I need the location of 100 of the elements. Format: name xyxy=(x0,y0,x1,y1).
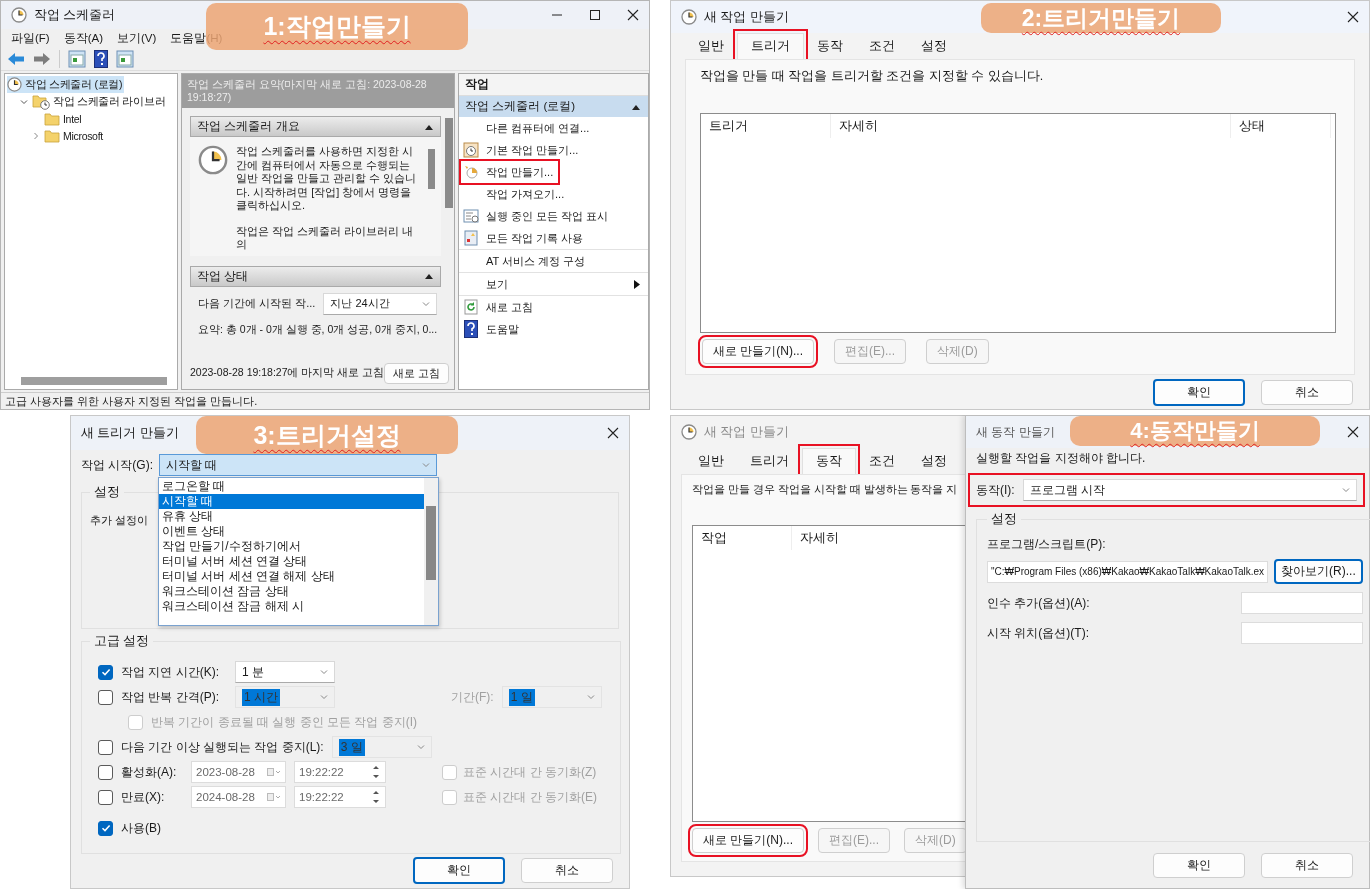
field-label: 작업 시작(G): xyxy=(81,456,153,474)
action-group-header[interactable]: 작업 스케줄러 (로컬) xyxy=(459,96,648,117)
tab[interactable]: 일반 xyxy=(685,449,737,474)
panel-icon[interactable] xyxy=(116,49,134,68)
tree-item[interactable]: 작업 스케줄러 라이브러 xyxy=(19,93,168,110)
text-field[interactable] xyxy=(1240,592,1363,614)
step-callout: 2:트리거만들기 xyxy=(981,3,1221,33)
action-item[interactable]: 새로 고침 xyxy=(463,298,537,316)
maximize-icon[interactable] xyxy=(589,9,601,21)
back-arrow-icon[interactable] xyxy=(7,51,25,66)
action-item[interactable]: 도움말 xyxy=(463,320,522,338)
checkbox[interactable] xyxy=(98,764,113,780)
menu-item[interactable]: 보기(V) xyxy=(117,30,157,46)
tab[interactable]: 설정 xyxy=(908,34,960,59)
pane-header: 작업 스케줄러 요약(마지막 새로 고침: 2023-08-28 19:18:27) xyxy=(182,74,454,108)
checkbox[interactable] xyxy=(98,820,113,836)
caret-icon xyxy=(586,694,595,701)
caret-icon xyxy=(1342,487,1350,493)
dropdown-option[interactable]: 로그온할 때 xyxy=(159,479,424,494)
caret-icon xyxy=(416,744,425,751)
dropdown-option[interactable]: 워크스테이션 잠금 해제 시 xyxy=(159,599,424,614)
dropdown-option[interactable]: 이벤트 상태 xyxy=(159,524,424,539)
menu-item[interactable]: 도움말(H) xyxy=(170,30,223,46)
tab[interactable]: 동작 xyxy=(804,34,856,59)
button[interactable]: 확인 xyxy=(413,857,505,885)
menu-item[interactable]: 동작(A) xyxy=(63,30,104,46)
checkbox[interactable] xyxy=(98,689,113,705)
close-icon[interactable] xyxy=(607,427,619,439)
time-field[interactable]: 19:22:22 xyxy=(294,761,386,784)
time-field[interactable]: 19:22:22 xyxy=(294,786,386,809)
action-item[interactable]: 보기 xyxy=(463,275,511,293)
checkbox-label: 작업 반복 간격(P): xyxy=(121,688,220,706)
checkbox-label: 다음 기간 이상 실행되는 작업 중지(L): xyxy=(121,738,324,756)
dropdown-option[interactable]: 작업 만들기/수정하기에서 xyxy=(159,539,424,554)
section-header[interactable]: 작업 상태 xyxy=(190,265,442,287)
button[interactable]: 취소 xyxy=(1261,379,1353,405)
group-title: 고급 설정 xyxy=(93,632,151,650)
window-title: 새 작업 만들기 xyxy=(704,8,789,26)
group-title: 설정 xyxy=(93,484,121,501)
tree-item[interactable]: Intel xyxy=(31,110,84,127)
dropdown-option[interactable]: 워크스테이션 잠금 상태 xyxy=(159,584,424,599)
close-icon[interactable] xyxy=(1347,426,1359,438)
date-field[interactable]: 2024-08-28 xyxy=(191,786,286,809)
caret-icon xyxy=(422,300,431,307)
close-icon[interactable] xyxy=(627,9,639,21)
section-header[interactable]: 작업 스케줄러 개요 xyxy=(190,116,442,137)
action-item[interactable]: 모든 작업 기록 사용 xyxy=(463,229,587,247)
tab[interactable]: 조건 xyxy=(856,449,908,474)
field-label: 동작(I): xyxy=(976,481,1015,499)
date-field[interactable]: 2023-08-28 xyxy=(191,761,286,784)
checkbox-label: 표준 시간대 간 동기화(Z) xyxy=(463,763,597,781)
clock-icon xyxy=(7,77,22,92)
window-title: 새 동작 만들기 xyxy=(976,423,1055,441)
tab[interactable]: 조건 xyxy=(856,34,908,59)
tree-item[interactable]: 작업 스케줄러 (로컬) xyxy=(7,76,125,93)
refresh-button[interactable]: 새로 고침 xyxy=(384,362,450,384)
checkbox-label: 활성화(A): xyxy=(121,763,178,781)
dropdown[interactable]: 1 분 xyxy=(235,661,335,684)
program-field[interactable]: "C:₩Program Files (x86)₩Kakao₩KakaoTalk₩KakaoTalk.ex xyxy=(987,560,1269,583)
status-bar: 고급 사용자를 위한 사용자 지정된 작업을 만듭니다. xyxy=(1,392,649,408)
forward-arrow-icon[interactable] xyxy=(33,51,51,66)
button[interactable]: 확인 xyxy=(1153,852,1245,878)
tab[interactable]: 트리거 xyxy=(737,449,802,474)
dropdown-option[interactable]: 터미널 서버 세션 연결 상태 xyxy=(159,554,424,569)
dropdown-option[interactable]: 유휴 상태 xyxy=(159,509,424,524)
help-icon[interactable] xyxy=(94,49,108,68)
action-item[interactable]: AT 서비스 계정 구성 xyxy=(463,252,589,270)
section-title: 작업 상태 xyxy=(197,267,249,285)
tab[interactable]: 설정 xyxy=(908,449,960,474)
collapse-arrow-icon[interactable] xyxy=(425,273,434,279)
browse-button[interactable]: 찾아보기(R)... xyxy=(1274,559,1363,584)
dropdown[interactable]: 프로그램 시작 xyxy=(1022,479,1357,501)
dropdown-option[interactable]: 시작할 때 xyxy=(159,494,424,509)
refresh-note: 2023-08-28 19:18:27에 마지막 새로 고침 xyxy=(190,366,385,380)
checkbox[interactable] xyxy=(98,789,113,805)
checkbox[interactable] xyxy=(98,664,113,680)
tab[interactable]: 일반 xyxy=(685,34,737,59)
dropdown-option[interactable]: 터미널 서버 세션 연결 해제 상태 xyxy=(159,569,424,584)
menu-item[interactable]: 파일(F) xyxy=(11,30,50,46)
close-icon[interactable] xyxy=(1347,11,1359,23)
action-item[interactable]: 실행 중인 모든 작업 표시 xyxy=(463,207,612,225)
checkbox[interactable] xyxy=(98,739,113,755)
button[interactable]: 취소 xyxy=(521,858,613,884)
collapse-arrow-icon[interactable] xyxy=(425,123,434,130)
action-item[interactable]: 기본 작업 만들기... xyxy=(463,141,582,159)
collapse-arrow-icon[interactable] xyxy=(632,103,640,110)
button[interactable]: 취소 xyxy=(1261,852,1353,878)
button[interactable]: 확인 xyxy=(1153,378,1245,406)
window-title: 작업 스케줄러 xyxy=(34,6,116,24)
action-item[interactable]: 다른 컴퓨터에 연결... xyxy=(463,119,593,137)
dropdown[interactable]: 지난 24시간 xyxy=(323,292,438,315)
group-title: 설정 xyxy=(990,511,1018,528)
tree-item[interactable]: Microsoft xyxy=(31,127,105,144)
action-item[interactable]: 작업 만들기... xyxy=(463,163,557,181)
pane-title: 작업 xyxy=(459,74,648,96)
scrollbar-thumb xyxy=(428,149,436,189)
panel-icon[interactable] xyxy=(68,49,86,68)
action-item[interactable]: 작업 가져오기... xyxy=(463,185,568,203)
text-field[interactable] xyxy=(1240,622,1363,644)
dropdown[interactable]: 시작할 때 xyxy=(159,454,437,476)
